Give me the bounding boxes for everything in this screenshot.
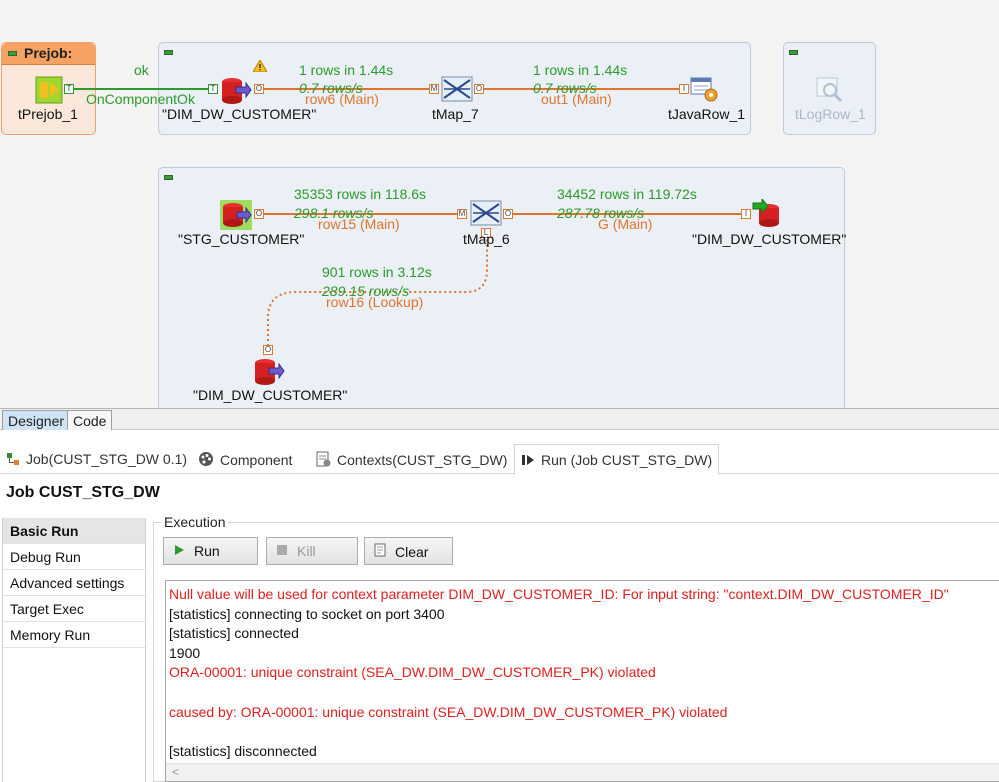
editor-tab-bar: Designer Code — [0, 408, 999, 430]
log-row-icon[interactable] — [815, 76, 845, 104]
console-line: [statistics] disconnected — [169, 742, 317, 759]
trigger-oncomponentok-label: OnComponentOk — [86, 91, 195, 107]
kill-button[interactable]: Kill — [266, 537, 358, 565]
execution-legend: Execution — [161, 514, 229, 530]
component-label: tPrejob_1 — [18, 106, 78, 122]
view-tab-bar: Job(CUST_STG_DW 0.1) Component Contexts(… — [0, 444, 999, 475]
tab-run[interactable]: Run (Job CUST_STG_DW) — [514, 444, 720, 475]
output-connector-icon[interactable]: O — [254, 84, 264, 94]
job-designer-canvas[interactable]: Prejob: T tPrejob_1 ok OnComponentOk T O… — [0, 0, 999, 408]
main-input-connector-icon[interactable]: M — [457, 209, 467, 219]
console-line: Null value will be used for context para… — [169, 586, 949, 602]
tab-code[interactable]: Code — [67, 410, 113, 430]
tmap-icon[interactable] — [470, 199, 502, 227]
kill-button-label: Kill — [297, 543, 316, 559]
component-label: tLogRow_1 — [795, 106, 866, 122]
output-connector-icon[interactable]: O — [263, 345, 273, 355]
component-label: tJavaRow_1 — [668, 106, 746, 122]
flow-rows-stat: 34452 rows in 119.72s — [557, 186, 697, 202]
component-label: "DIM_DW_CUSTOMER" — [162, 106, 317, 122]
component-label: tMap_6 — [463, 231, 510, 247]
database-input-icon[interactable] — [253, 358, 285, 386]
run-mode-nav: Basic Run Debug Run Advanced settings Ta… — [2, 518, 146, 782]
clear-button-label: Clear — [395, 544, 429, 560]
main-input-connector-icon[interactable]: I — [679, 84, 689, 94]
main-input-connector-icon[interactable]: I — [741, 209, 751, 219]
flow-rows-stat: 35353 rows in 118.6s — [294, 186, 427, 202]
scroll-left-icon[interactable]: < — [172, 765, 179, 779]
tab-label: Component — [220, 452, 293, 468]
console-line: 1900 — [169, 644, 201, 661]
output-connector-icon[interactable]: O — [474, 84, 484, 94]
console-line: [statistics] connecting to socket on por… — [169, 605, 445, 622]
output-connector-icon[interactable]: O — [503, 209, 513, 219]
flow-rows-stat: 901 rows in 3.12s — [322, 264, 432, 280]
play-icon — [172, 543, 186, 559]
horizontal-scrollbar[interactable]: < — [166, 763, 999, 781]
component-label: "DIM_DW_CUSTOMER" — [193, 387, 348, 403]
page-title: Job CUST_STG_DW — [6, 484, 160, 501]
console-line: [statistics] connected — [169, 625, 299, 642]
run-view-icon — [521, 453, 535, 470]
nav-item-target-exec[interactable]: Target Exec — [3, 596, 145, 622]
console-line: ORA-00001: unique constraint (SEA_DW.DIM… — [169, 664, 656, 681]
flow-name-label[interactable]: G (Main) — [598, 216, 652, 232]
tab-component[interactable]: Component — [192, 444, 298, 474]
contexts-icon — [315, 451, 331, 470]
database-input-icon[interactable] — [220, 200, 252, 230]
flow-name-label[interactable]: row16 (Lookup) — [326, 294, 423, 310]
nav-item-basic-run[interactable]: Basic Run — [3, 518, 145, 544]
tab-label: Contexts(CUST_STG_DW) — [337, 452, 508, 468]
java-row-icon[interactable] — [690, 76, 720, 104]
database-output-icon[interactable] — [752, 197, 784, 229]
run-button[interactable]: Run — [163, 537, 258, 565]
stop-icon — [275, 543, 289, 559]
tab-job[interactable]: Job(CUST_STG_DW 0.1) — [0, 444, 193, 474]
clear-console-icon — [373, 543, 387, 560]
run-button-label: Run — [194, 543, 220, 559]
run-console[interactable]: Null value will be used for context para… — [165, 580, 999, 782]
nav-item-debug-run[interactable]: Debug Run — [3, 544, 145, 570]
nav-item-advanced-settings[interactable]: Advanced settings — [3, 570, 145, 596]
tab-label: Job(CUST_STG_DW 0.1) — [26, 451, 188, 467]
palette-icon — [198, 451, 214, 470]
tab-designer[interactable]: Designer — [2, 410, 71, 430]
nav-item-memory-run[interactable]: Memory Run — [3, 622, 145, 648]
clear-button[interactable]: Clear — [364, 537, 453, 565]
console-output: Null value will be used for context para… — [169, 585, 949, 761]
flow-rows-stat: 1 rows in 1.44s — [299, 62, 394, 78]
trigger-connector-icon[interactable]: T — [64, 84, 74, 94]
database-input-icon[interactable] — [220, 77, 252, 105]
component-label: tMap_7 — [432, 106, 479, 122]
flow-rows-stat: 1 rows in 1.44s — [533, 62, 628, 78]
prejob-component-icon[interactable] — [35, 76, 63, 104]
component-label: "DIM_DW_CUSTOMER" — [692, 231, 847, 247]
job-icon — [6, 452, 20, 469]
flow-name-label[interactable]: row6 (Main) — [305, 91, 379, 107]
console-line: caused by: ORA-00001: unique constraint … — [169, 703, 728, 720]
flow-name-label[interactable]: row15 (Main) — [318, 216, 400, 232]
main-input-connector-icon[interactable]: M — [429, 84, 439, 94]
warning-icon — [252, 59, 268, 73]
output-connector-icon[interactable]: O — [254, 209, 264, 219]
flow-name-label[interactable]: out1 (Main) — [541, 91, 612, 107]
component-label: "STG_CUSTOMER" — [178, 231, 305, 247]
tab-label: Run (Job CUST_STG_DW) — [541, 452, 713, 468]
trigger-ok-label: ok — [134, 62, 149, 78]
tmap-icon[interactable] — [441, 75, 473, 103]
tab-contexts[interactable]: Contexts(CUST_STG_DW) — [309, 444, 513, 474]
trigger-input-connector-icon[interactable]: T — [208, 84, 218, 94]
